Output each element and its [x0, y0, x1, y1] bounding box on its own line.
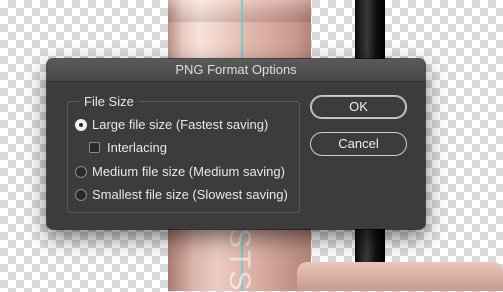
- radio-smallest-file-size[interactable]: Smallest file size (Slowest saving): [75, 187, 288, 202]
- cancel-button[interactable]: Cancel: [310, 132, 407, 156]
- checkbox-label: Interlacing: [107, 140, 167, 155]
- dialog-title: PNG Format Options: [47, 59, 425, 82]
- group-label: File Size: [80, 94, 138, 109]
- radio-label: Large file size (Fastest saving): [92, 117, 269, 132]
- ok-button[interactable]: OK: [310, 95, 407, 119]
- checkbox-icon: [89, 142, 100, 153]
- png-format-options-dialog: PNG Format Options File Size Large file …: [47, 59, 425, 229]
- radio-icon: [75, 118, 87, 131]
- radio-label: Smallest file size (Slowest saving): [92, 187, 288, 202]
- tube-cap: [297, 262, 503, 291]
- radio-large-file-size[interactable]: Large file size (Fastest saving): [75, 117, 268, 132]
- artwork-text: STS: [223, 228, 256, 292]
- tube-ridge: [168, 0, 311, 22]
- checkbox-interlacing[interactable]: Interlacing: [89, 140, 167, 155]
- radio-medium-file-size[interactable]: Medium file size (Medium saving): [75, 164, 285, 179]
- radio-label: Medium file size (Medium saving): [92, 164, 285, 179]
- file-size-group: File Size Large file size (Fastest savin…: [67, 94, 300, 213]
- radio-icon: [75, 188, 87, 201]
- radio-icon: [75, 165, 87, 178]
- dialog-content: File Size Large file size (Fastest savin…: [47, 82, 425, 229]
